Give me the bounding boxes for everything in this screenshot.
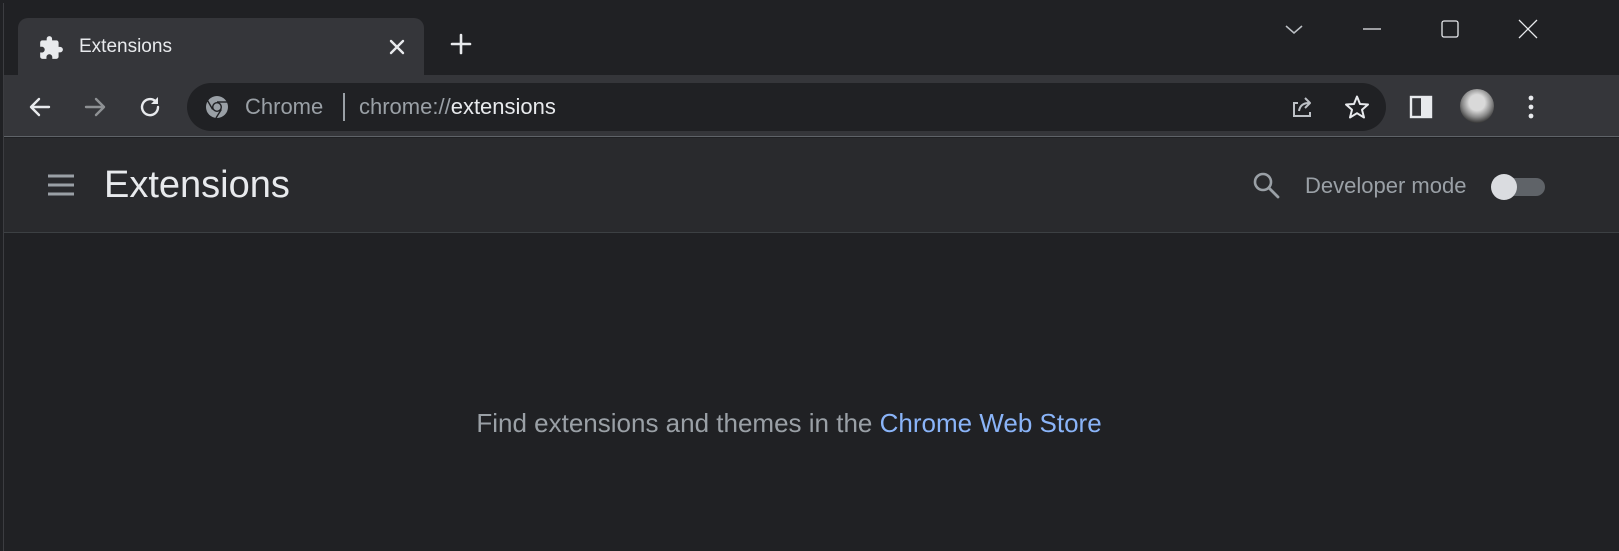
chrome-logo-icon (206, 96, 228, 119)
tab-extensions[interactable]: Extensions (18, 18, 424, 75)
maximize-icon[interactable] (1439, 18, 1461, 40)
developer-mode-label: Developer mode (1305, 173, 1467, 198)
hamburger-menu-icon[interactable] (46, 173, 76, 197)
toolbar: Chrome chrome://extensions (4, 75, 1619, 137)
minimize-icon[interactable] (1361, 18, 1383, 40)
address-bar[interactable]: Chrome chrome://extensions (187, 83, 1386, 131)
empty-state-message: Find extensions and themes in the Chrome… (4, 408, 1574, 439)
side-panel-icon[interactable] (1408, 94, 1434, 120)
share-icon[interactable] (1289, 94, 1315, 120)
site-chip[interactable]: Chrome (245, 94, 323, 120)
developer-mode-toggle[interactable] (1491, 173, 1545, 200)
chip-separator (343, 93, 345, 121)
kebab-menu-icon[interactable] (1518, 94, 1544, 120)
url-host: extensions (450, 94, 556, 119)
toggle-knob (1491, 174, 1517, 200)
chrome-web-store-link[interactable]: Chrome Web Store (880, 408, 1102, 438)
url-scheme: chrome:// (359, 94, 451, 119)
new-tab-button[interactable] (450, 33, 472, 55)
extensions-header: Extensions Developer mode (4, 138, 1619, 233)
forward-button[interactable] (82, 94, 108, 120)
tab-title: Extensions (79, 36, 172, 57)
back-button[interactable] (27, 94, 53, 120)
star-icon[interactable] (1344, 94, 1370, 120)
profile-avatar[interactable] (1460, 89, 1494, 123)
chevron-down-icon[interactable] (1283, 18, 1305, 40)
browser-window: Extensions Chrome chrome://extensions Ex… (3, 3, 1619, 551)
close-window-icon[interactable] (1517, 18, 1539, 40)
puzzle-piece-icon (40, 36, 63, 59)
tab-strip: Extensions (4, 3, 1619, 75)
page-title: Extensions (104, 164, 290, 206)
empty-state-text: Find extensions and themes in the (476, 408, 880, 438)
url-text[interactable]: chrome://extensions (359, 94, 556, 120)
close-icon[interactable] (388, 38, 406, 56)
reload-button[interactable] (137, 94, 163, 120)
search-icon[interactable] (1252, 171, 1280, 199)
